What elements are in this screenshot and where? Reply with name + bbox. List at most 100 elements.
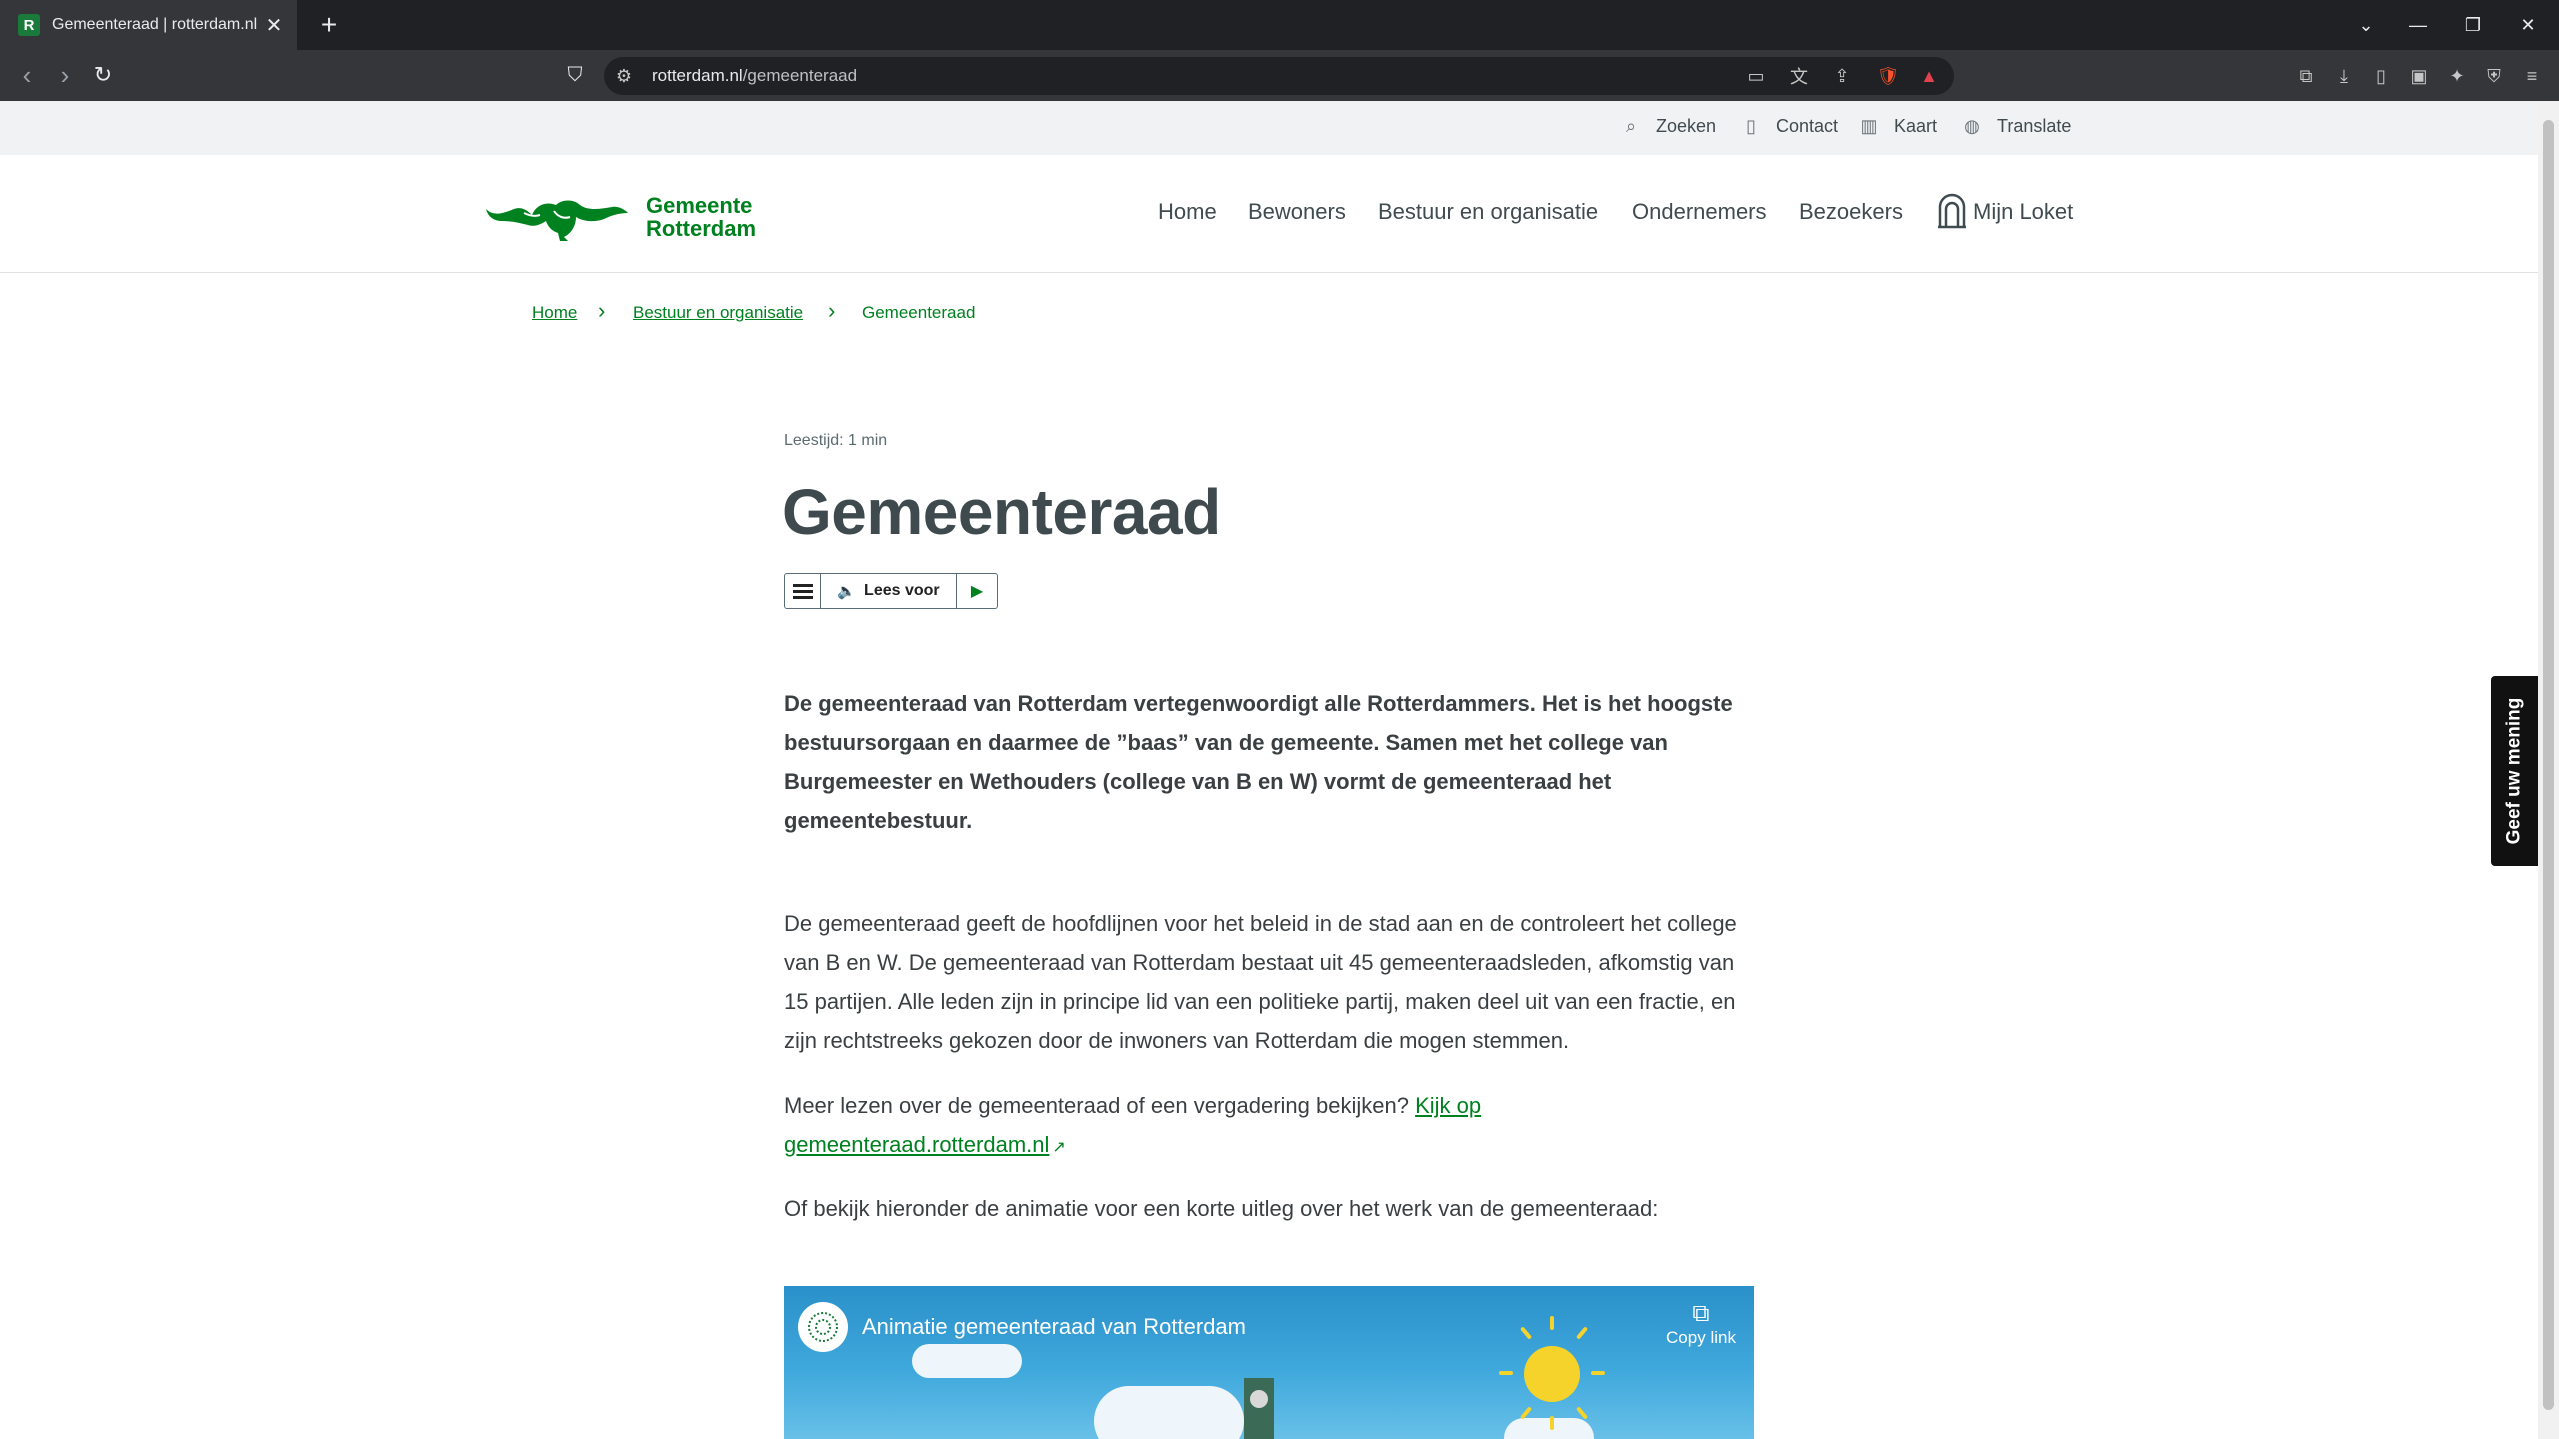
url-path: /gemeenteraad bbox=[742, 66, 858, 85]
body-paragraph-1: De gemeenteraad geeft de hoofdlijnen voo… bbox=[784, 911, 1737, 1053]
map-label: Kaart bbox=[1894, 115, 1938, 136]
share-icon[interactable]: ⇪ bbox=[1828, 62, 1856, 90]
browser-tab[interactable]: R Gemeenteraad | rotterdam.nl ✕ bbox=[0, 0, 297, 50]
favicon-icon: R bbox=[18, 14, 40, 36]
nav-mijn-loket[interactable]: Mijn Loket bbox=[1973, 199, 2073, 225]
site-info-icon[interactable]: ⚙ bbox=[610, 62, 638, 90]
tab-title: Gemeenteraad | rotterdam.nl bbox=[52, 16, 258, 33]
cloud-graphic bbox=[1504, 1418, 1594, 1439]
cloud-graphic bbox=[1094, 1386, 1244, 1439]
breadcrumb-current-label: Gemeenteraad bbox=[862, 303, 976, 322]
lion-logo-icon bbox=[486, 200, 628, 241]
bookmark-icon[interactable]: ⛉ bbox=[558, 58, 592, 92]
copy-link-label: Copy link bbox=[1666, 1328, 1736, 1347]
contact-label: Contact bbox=[1776, 115, 1839, 136]
web-page: ⌕ Zoeken ▯ Contact ▥ Kaart ◍ Translate G… bbox=[0, 101, 2538, 1439]
chevron-right-icon: › bbox=[828, 298, 836, 323]
breadcrumb-current: Gemeenteraad bbox=[862, 303, 975, 323]
search-link[interactable]: ⌕ Zoeken bbox=[1620, 115, 1716, 137]
close-tab-icon[interactable]: ✕ bbox=[259, 13, 289, 38]
reload-icon[interactable]: ↻ bbox=[86, 58, 120, 92]
translate-link[interactable]: ◍ Translate bbox=[1961, 115, 2071, 137]
reading-time: Leestijd: 1 min bbox=[784, 432, 888, 449]
feedback-tab[interactable]: Geef uw mening bbox=[2491, 676, 2538, 866]
url-host: rotterdam.nl bbox=[652, 66, 743, 85]
vpn-icon[interactable]: ⛨ bbox=[2480, 62, 2508, 90]
logo[interactable]: Gemeente Rotterdam bbox=[484, 191, 756, 243]
search-label: Zoeken bbox=[1656, 115, 1717, 136]
wallet-icon[interactable]: ▣ bbox=[2405, 62, 2433, 90]
sun-graphic bbox=[1524, 1346, 1580, 1402]
sun-ray bbox=[1550, 1416, 1554, 1430]
logo-line-2: Rotterdam bbox=[646, 216, 757, 241]
read-aloud-label: Lees voor bbox=[864, 582, 940, 599]
sun-ray bbox=[1575, 1326, 1589, 1340]
loket-icon[interactable] bbox=[1936, 193, 1968, 229]
channel-logo-icon[interactable] bbox=[798, 1302, 848, 1352]
nav-bewoners[interactable]: Bewoners bbox=[1248, 199, 1346, 225]
video-title[interactable]: Animatie gemeenteraad van Rotterdam bbox=[862, 1314, 1246, 1340]
new-tab-button[interactable]: + bbox=[312, 8, 346, 42]
clock-graphic bbox=[1250, 1390, 1268, 1408]
external-link-icon: ↗ bbox=[1052, 1139, 1066, 1156]
copy-icon: ⧉ bbox=[1692, 1300, 1710, 1327]
breadcrumb-home-label: Home bbox=[532, 303, 578, 322]
utility-bar: ⌕ Zoeken ▯ Contact ▥ Kaart ◍ Translate bbox=[0, 101, 2538, 155]
sun-ray bbox=[1550, 1316, 1554, 1330]
cloud-graphic bbox=[912, 1344, 1022, 1378]
logo-text: Gemeente Rotterdam bbox=[646, 194, 756, 240]
read-aloud-player: 🔈 Lees voor ▶ bbox=[784, 573, 998, 609]
breadcrumb-bestuur[interactable]: Bestuur en organisatie bbox=[633, 303, 803, 323]
extensions-icon[interactable]: ⧉ bbox=[2292, 62, 2320, 90]
rotterdam-emblem-icon bbox=[808, 1312, 838, 1342]
nav-ondernemers[interactable]: Ondernemers bbox=[1632, 199, 1767, 225]
sun-ray bbox=[1591, 1371, 1605, 1375]
video-player[interactable]: Animatie gemeenteraad van Rotterdam ⧉ Co… bbox=[784, 1286, 1754, 1439]
contact-link[interactable]: ▯ Contact bbox=[1740, 115, 1838, 137]
paragraph-2-text: Meer lezen over de gemeenteraad of een v… bbox=[784, 1093, 1416, 1118]
leo-ai-icon[interactable]: ✦ bbox=[2443, 62, 2471, 90]
breadcrumb-bestuur-label: Bestuur en organisatie bbox=[633, 303, 804, 322]
url-text[interactable]: rotterdam.nl/gemeenteraad bbox=[652, 66, 857, 86]
browser-tabstrip: R Gemeenteraad | rotterdam.nl ✕ + ⌄ — ❐ … bbox=[0, 0, 2559, 50]
lead-paragraph: De gemeenteraad van Rotterdam vertegenwo… bbox=[784, 691, 1733, 833]
globe-icon: ◍ bbox=[1964, 115, 1980, 136]
page-title: Gemeenteraad bbox=[782, 476, 1221, 548]
cast-icon[interactable]: ▭ bbox=[1742, 62, 1770, 90]
minimize-icon[interactable]: — bbox=[2390, 0, 2446, 50]
map-icon: ▥ bbox=[1860, 115, 1878, 136]
speaker-icon: 🔈 bbox=[837, 583, 857, 600]
nav-bestuur-en-organisatie[interactable]: Bestuur en organisatie bbox=[1378, 199, 1598, 225]
map-link[interactable]: ▥ Kaart bbox=[1858, 115, 1937, 137]
brave-rewards-icon[interactable]: ▲ bbox=[1915, 62, 1943, 90]
city-hall-tower-graphic bbox=[1244, 1378, 1274, 1439]
main-navigation: Gemeente Rotterdam Home Bewoners Bestuur… bbox=[0, 155, 2538, 273]
nav-bezoekers[interactable]: Bezoekers bbox=[1799, 199, 1903, 225]
chevron-right-icon: › bbox=[598, 298, 606, 323]
sun-ray bbox=[1519, 1326, 1533, 1340]
play-button[interactable]: ▶ bbox=[957, 574, 997, 608]
feedback-label: Geef uw mening bbox=[2503, 697, 2525, 845]
scrollbar-thumb[interactable] bbox=[2543, 120, 2554, 1410]
body-paragraph-2: Meer lezen over de gemeenteraad of een v… bbox=[784, 1086, 1764, 1167]
sun-ray bbox=[1499, 1371, 1513, 1375]
read-aloud-menu-button[interactable] bbox=[785, 574, 821, 608]
translate-page-icon[interactable]: 文 bbox=[1785, 62, 1813, 90]
close-window-icon[interactable]: ✕ bbox=[2500, 0, 2556, 50]
sidebar-icon[interactable]: ▯ bbox=[2367, 62, 2395, 90]
brave-shields-icon[interactable]: 🛡 bbox=[1874, 62, 1902, 90]
forward-icon[interactable]: › bbox=[48, 58, 82, 92]
nav-home[interactable]: Home bbox=[1158, 199, 1217, 225]
back-icon[interactable]: ‹ bbox=[10, 58, 44, 92]
copy-link-button[interactable]: ⧉ Copy link bbox=[1656, 1300, 1746, 1348]
tab-search-icon[interactable]: ⌄ bbox=[2338, 0, 2394, 50]
menu-icon[interactable]: ≡ bbox=[2518, 62, 2546, 90]
phone-icon: ▯ bbox=[1746, 115, 1756, 136]
breadcrumb-home[interactable]: Home bbox=[532, 303, 577, 323]
downloads-icon[interactable]: ⤓ bbox=[2330, 62, 2358, 90]
read-aloud-button[interactable]: 🔈 Lees voor bbox=[821, 574, 957, 608]
logo-line-1: Gemeente bbox=[646, 193, 753, 218]
restore-icon[interactable]: ❐ bbox=[2445, 0, 2501, 50]
play-icon: ▶ bbox=[970, 583, 984, 600]
translate-label: Translate bbox=[1997, 115, 2072, 136]
